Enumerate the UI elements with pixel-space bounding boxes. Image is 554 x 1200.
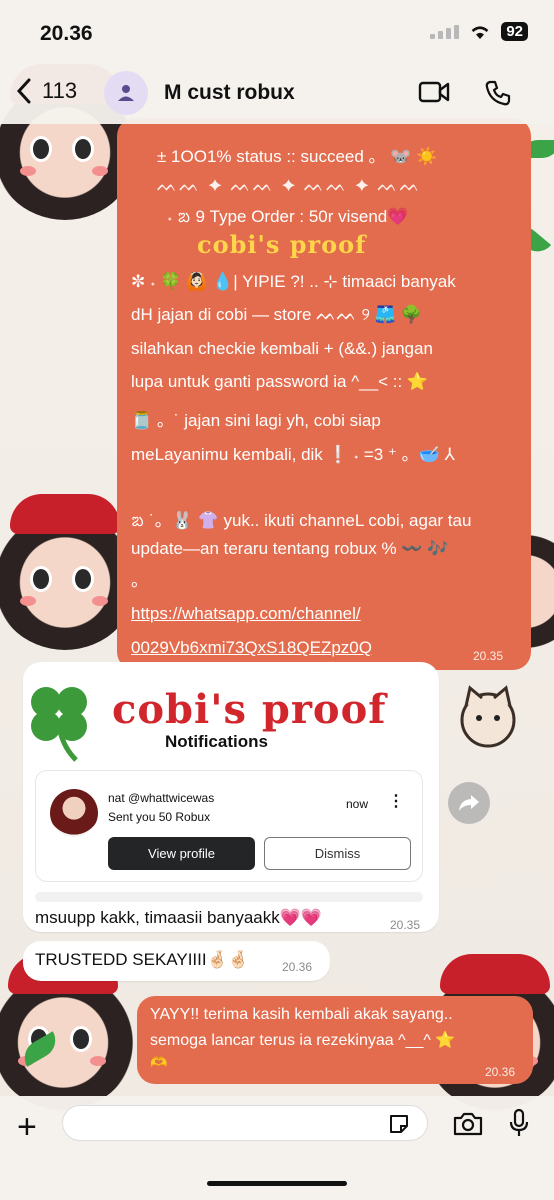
message-line: update—an teraru tentang robux % 〰️ 🎶 bbox=[131, 539, 449, 558]
notification-time: now bbox=[346, 797, 369, 811]
message-line: ˖ ᨰ 9 Type Order : 50r visend💗 bbox=[167, 207, 409, 226]
wifi-icon bbox=[471, 25, 489, 39]
wallpaper-character bbox=[0, 954, 138, 1110]
status-icons: 92 bbox=[430, 22, 528, 41]
status-bar: 20.36 92 bbox=[0, 0, 554, 62]
outgoing-message-bubble[interactable]: ± 1OO1% status :: succeed 。 🐭 ☀️ ᨓᨓ ✦ ᨓᨓ… bbox=[117, 118, 531, 670]
notification-sender: nat @whattwicewas bbox=[108, 791, 215, 805]
channel-link[interactable]: https://whatsapp.com/channel/ bbox=[131, 604, 361, 624]
message-line: 。 bbox=[131, 571, 148, 590]
home-indicator bbox=[207, 1181, 347, 1186]
cat-sticker-icon bbox=[460, 685, 516, 748]
attach-plus-icon[interactable]: + bbox=[17, 1108, 37, 1147]
message-line: silahkan checkie kembali + (&&.) jangan bbox=[131, 339, 433, 358]
message-input[interactable] bbox=[62, 1105, 428, 1141]
notification-text: Sent you 50 Robux bbox=[108, 810, 211, 824]
message-text: TRUSTEDD SEKAYIIII🤞🏻🤞🏻 bbox=[35, 950, 249, 969]
message-line: 🫙 。˙ jajan sini lagi yh, cobi siap bbox=[131, 411, 381, 430]
proof-overlay-title: cobi's proof bbox=[112, 686, 387, 733]
message-line: ✼ ˖ 🍀 🙆🏻 💧| YIPIE ?! .. ⊹ timaaci banyak bbox=[131, 272, 456, 291]
chat-title[interactable]: M cust robux bbox=[164, 81, 295, 105]
message-line: YAYY!! terima kasih kembali akak sayang.… bbox=[150, 1006, 453, 1023]
notification-card-edge bbox=[35, 892, 423, 902]
message-line: ᨰ ˙。🐰 👚 yuk.. ikuti channeL cobi, agar t… bbox=[131, 511, 472, 530]
unread-count: 113 bbox=[42, 78, 78, 103]
channel-link[interactable]: 0029Vb6xmi73QxS18QEZpz0Q bbox=[131, 638, 372, 658]
message-time: 20.35 bbox=[472, 649, 503, 663]
video-call-icon[interactable] bbox=[418, 79, 450, 105]
notification-avatar bbox=[50, 789, 98, 837]
outgoing-message-bubble[interactable]: YAYY!! terima kasih kembali akak sayang.… bbox=[137, 996, 533, 1084]
message-line: meLayanimu kembali, dik ❕ ˖ =3 ⁺ 。🥣 ⅄ bbox=[131, 445, 455, 464]
message-line: ± 1OO1% status :: succeed 。 🐭 ☀️ bbox=[157, 147, 438, 166]
message-line: dH jajan di cobi — store ᨓᨓ ୨ 🩳 🌳 bbox=[131, 305, 422, 324]
message-line: lupa untuk ganti password ia ^__< :: ⭐ bbox=[131, 372, 429, 391]
sticker-icon[interactable] bbox=[388, 1113, 410, 1135]
back-button[interactable]: 113 bbox=[16, 78, 77, 104]
microphone-icon[interactable] bbox=[508, 1108, 530, 1138]
more-options-icon: ⋮ bbox=[388, 793, 404, 810]
camera-icon[interactable] bbox=[452, 1111, 484, 1137]
notifications-heading: Notifications bbox=[165, 732, 268, 751]
notification-card: nat @whattwicewas Sent you 50 Robux now … bbox=[35, 770, 423, 882]
chevron-left-icon bbox=[16, 78, 31, 104]
incoming-message-bubble[interactable]: TRUSTEDD SEKAYIIII🤞🏻🤞🏻 20.36 bbox=[23, 941, 330, 981]
status-time: 20.36 bbox=[40, 22, 93, 45]
person-icon bbox=[118, 85, 134, 101]
message-time: 20.36 bbox=[282, 960, 313, 974]
message-time: 20.36 bbox=[484, 1065, 515, 1079]
image-caption: msuupp kakk, timaasii banyaakk💗💗 bbox=[35, 908, 323, 927]
cellular-signal-icon bbox=[430, 24, 460, 39]
chat-header: 113 M cust robux bbox=[0, 62, 554, 124]
view-profile-button: View profile bbox=[108, 837, 255, 870]
contact-avatar[interactable] bbox=[104, 71, 148, 115]
phone-call-icon[interactable] bbox=[484, 79, 512, 107]
message-line: ᨓᨓ ✦ ᨓᨓ ✦ ᨓᨓ ✦ ᨓᨓ bbox=[157, 176, 422, 195]
forward-arrow-icon bbox=[459, 795, 479, 811]
dismiss-button: Dismiss bbox=[264, 837, 411, 870]
battery-indicator: 92 bbox=[501, 22, 528, 41]
forward-button[interactable] bbox=[448, 782, 490, 824]
clover-icon bbox=[31, 687, 87, 762]
message-time: 20.35 bbox=[390, 918, 421, 932]
message-line: semoga lancar terus ia rezekinyaa ^__^ ⭐ bbox=[150, 1032, 456, 1049]
message-line: 🫶 bbox=[150, 1054, 168, 1070]
proof-title: cobi's proof bbox=[197, 230, 367, 259]
